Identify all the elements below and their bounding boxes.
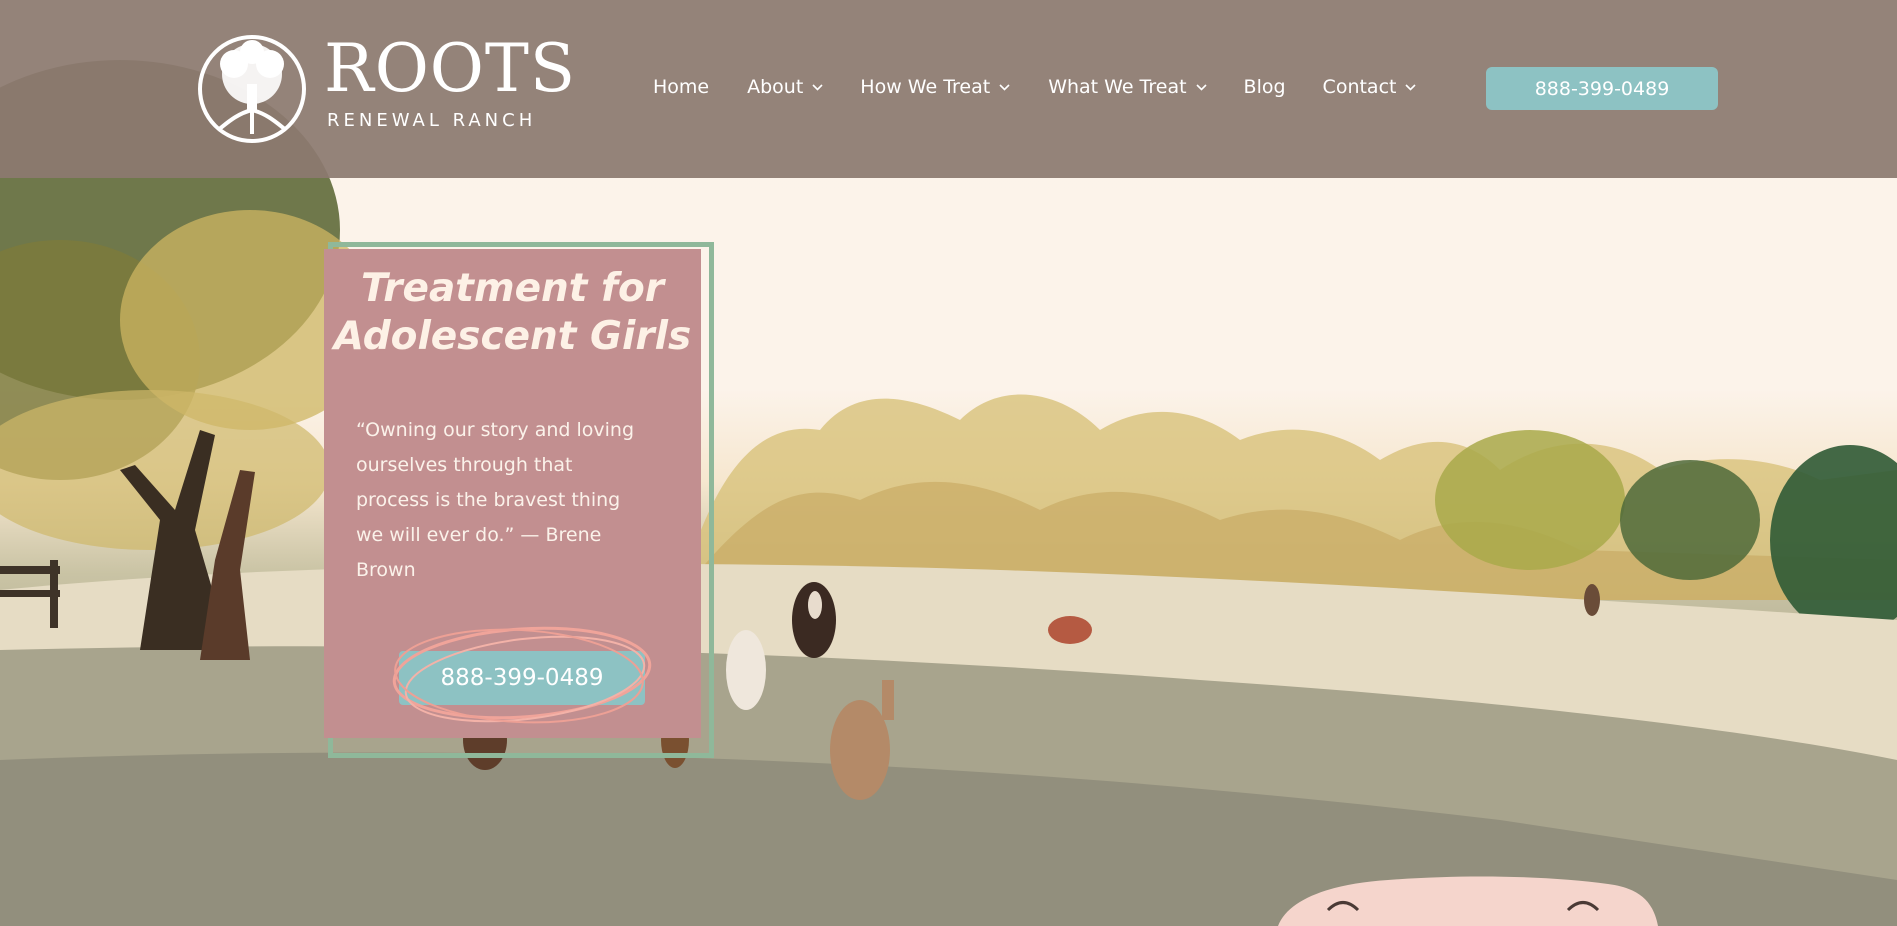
quote-line: ourselves through that: [356, 454, 573, 476]
nav-what-we-treat[interactable]: What We Treat: [1048, 76, 1207, 98]
quote-line: process is the bravest thing: [356, 489, 621, 511]
tree-of-life-icon: [198, 35, 306, 143]
site-logo[interactable]: ROOTS RENEWAL RANCH: [196, 34, 575, 144]
hero-title-line1: Treatment for: [360, 266, 665, 311]
quote-line: we will ever do.” — Brene: [356, 524, 602, 546]
nav-how-we-treat-label: How We Treat: [860, 76, 991, 98]
chevron-down-icon: [999, 83, 1010, 91]
nav-blog[interactable]: Blog: [1244, 76, 1286, 98]
brand-name: ROOTS: [324, 30, 577, 107]
nav-how-we-treat[interactable]: How We Treat: [860, 76, 1010, 98]
hero-title: Treatment for Adolescent Girls: [324, 265, 701, 361]
main-nav: Home About How We Treat What We Treat Bl…: [653, 72, 1417, 102]
brand-tagline: RENEWAL RANCH: [327, 110, 537, 131]
decorative-blob: [1278, 876, 1658, 926]
hero-title-line2: Adolescent Girls: [333, 314, 692, 359]
nav-blog-label: Blog: [1243, 76, 1286, 98]
hero-phone-button[interactable]: 888-399-0489: [399, 651, 645, 705]
nav-contact[interactable]: Contact: [1323, 76, 1417, 98]
nav-contact-label: Contact: [1322, 76, 1397, 98]
nav-what-we-treat-label: What We Treat: [1048, 76, 1187, 98]
site-header: ROOTS RENEWAL RANCH Home About How We Tr…: [0, 0, 1897, 178]
hero-quote: “Owning our story and loving ourselves t…: [356, 413, 646, 588]
quote-line: “Owning our story and loving: [356, 419, 635, 441]
chevron-down-icon: [812, 83, 823, 91]
header-phone-button[interactable]: 888-399-0489: [1486, 67, 1718, 110]
quote-line: Brown: [356, 559, 416, 581]
nav-about-label: About: [747, 76, 804, 98]
nav-home[interactable]: Home: [653, 76, 709, 98]
nav-about[interactable]: About: [747, 76, 823, 98]
nav-home-label: Home: [653, 76, 710, 98]
chevron-down-icon: [1195, 83, 1207, 91]
hero-card: Treatment for Adolescent Girls “Owning o…: [324, 249, 701, 738]
chevron-down-icon: [1405, 83, 1417, 91]
